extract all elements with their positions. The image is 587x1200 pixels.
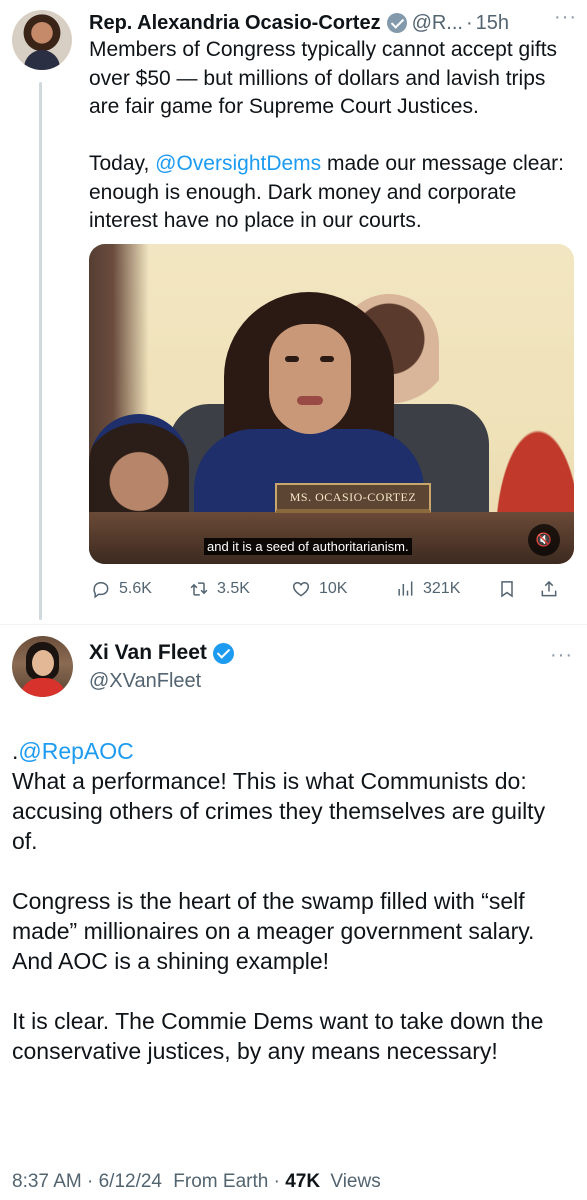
share-icon [541,580,557,597]
speaker-lips [297,396,323,405]
speaker-face [269,324,351,434]
tweet-divider [0,624,587,625]
tweet-header: Rep. Alexandria Ocasio-Cortez @R... · 15… [89,8,579,38]
author-handle[interactable]: @XVanFleet [89,670,201,693]
repost-button[interactable]: 3.5K [189,579,250,599]
tweet-paragraph: Members of Congress typically cannot acc… [89,38,558,118]
mention-link[interactable]: @RepAOC [18,738,133,764]
reply-icon [93,582,109,599]
views-count: 321K [423,580,461,597]
like-button[interactable]: 10K [291,579,347,599]
more-options-icon[interactable]: ··· [550,644,573,667]
tweet-metadata: 8:37 AM · 6/12/24 From Earth · 47K Views [12,1171,381,1193]
avatar-shirt [20,678,66,697]
tweet-text: Members of Congress typically cannot acc… [89,36,574,236]
repost-icon [190,582,208,596]
video-caption: and it is a seed of authoritarianism. [204,538,412,555]
text-span: Today, [89,152,156,175]
share-button[interactable] [539,579,559,599]
tweet-date[interactable]: 6/12/24 [99,1171,162,1192]
author-name[interactable]: Xi Van Fleet [89,641,207,665]
repost-count: 3.5K [217,580,250,597]
like-count: 10K [319,580,348,597]
author-name-row: Xi Van Fleet [89,641,234,665]
thread-connector-line [39,82,42,620]
bookmark-icon [501,581,513,598]
speaker-eye [320,356,334,362]
analytics-bars-icon [398,581,413,596]
views-button[interactable]: 321K [395,579,460,599]
tweet-source: From Earth [173,1171,269,1192]
more-options-icon[interactable]: ··· [554,6,577,29]
tweet-actions: 5.6K 3.5K 10K 321K [89,574,579,604]
tweet-paragraph: Today, @OversightDems made our message c… [89,150,574,236]
verified-government-badge-icon[interactable] [386,13,407,33]
views-label: Views [330,1171,381,1192]
nameplate: MS. OCASIO-CORTEZ [275,483,431,513]
separator-dot: · [273,1171,286,1192]
bookmark-button[interactable] [497,579,517,599]
reply-button[interactable]: 5.6K [91,579,152,599]
tweet-paragraph: Congress is the heart of the swamp fille… [12,888,535,974]
heart-icon [292,581,310,597]
tweet-text: .@RepAOC What a performance! This is wha… [12,736,577,1066]
verified-badge-icon[interactable] [212,642,234,664]
mention-link[interactable]: @OversightDems [155,152,321,175]
speaker-eye [285,356,299,362]
reply-count: 5.6K [119,580,152,597]
avatar[interactable] [12,636,73,697]
tweet-time[interactable]: 8:37 AM [12,1171,82,1192]
avatar-shoulders [24,50,60,70]
separator-dot: · [465,11,473,34]
timestamp[interactable]: 15h [476,12,509,35]
avatar-face [32,650,54,676]
author-handle[interactable]: @R... [412,12,463,35]
views-count: 47K [285,1171,321,1192]
tweet-paragraph: It is clear. The Commie Dems want to tak… [12,1008,544,1064]
speaker-muted-icon[interactable]: 🔇 [528,524,560,556]
tweet-paragraph: What a performance! This is what Communi… [12,768,546,854]
avatar[interactable] [12,10,72,70]
mention-line: .@RepAOC [12,736,577,766]
video-player[interactable]: MS. OCASIO-CORTEZ and it is a seed of au… [89,244,574,564]
separator-dot: · [87,1171,99,1192]
parent-tweet[interactable]: Rep. Alexandria Ocasio-Cortez @R... · 15… [0,0,587,625]
author-name[interactable]: Rep. Alexandria Ocasio-Cortez [89,12,381,35]
